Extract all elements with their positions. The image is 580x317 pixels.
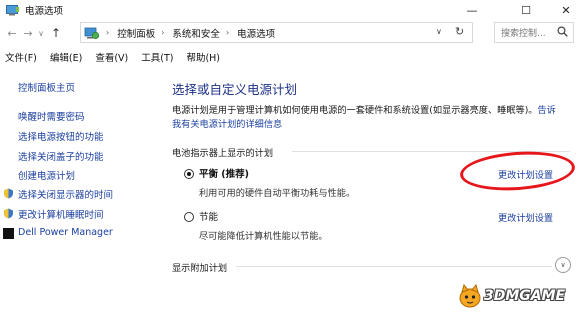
navigation-bar: ← → ∨ ↑ › 控制面板 › 系统和安全 › 电源选项 ∨ ↻ 搜索控制...	[0, 20, 580, 46]
sidebar-item-wake-password[interactable]: 唤醒时需要密码	[18, 109, 85, 123]
forward-button[interactable]: →	[20, 24, 36, 42]
menu-edit[interactable]: 编辑(E)	[50, 50, 82, 64]
shield-icon	[3, 208, 14, 219]
menu-view[interactable]: 查看(V)	[95, 50, 128, 64]
sidebar-item-power-button[interactable]: 选择电源按钮的功能	[18, 129, 104, 143]
close-button[interactable]: ✕	[546, 0, 580, 20]
window-title: 电源选项	[25, 6, 64, 17]
additional-plans-divider	[236, 266, 552, 267]
menu-tools[interactable]: 工具(T)	[141, 50, 173, 64]
title-bar: 电源选项 — ☐ ✕	[0, 0, 580, 20]
main-content: 选择或自定义电源计划 电源计划是用于管理计算机如何使用电源的一套硬件和系统设置(…	[172, 66, 572, 317]
plan-balanced-description: 利用可用的硬件自动平衡功耗与性能。	[199, 188, 356, 199]
menu-help[interactable]: 帮助(H)	[186, 50, 220, 64]
address-dropdown-icon[interactable]: ∨	[436, 27, 442, 36]
recent-locations-button[interactable]: ∨	[36, 24, 46, 42]
plan-balanced-radio[interactable]	[184, 169, 194, 179]
watermark-text: 3DMGAME	[484, 288, 566, 304]
plan-balanced-name[interactable]: 平衡 (推荐)	[199, 166, 249, 180]
show-additional-plans-label[interactable]: 显示附加计划	[172, 260, 227, 274]
up-button[interactable]: ↑	[48, 24, 64, 42]
plan-description: 电源计划是用于管理计算机如何使用电源的一套硬件和系统设置(如显示器亮度、睡眠等)…	[172, 104, 570, 132]
sidebar-item-dell-power-manager[interactable]: Dell Power Manager	[18, 227, 113, 238]
plan-power-saver-name[interactable]: 节能	[199, 209, 218, 223]
menu-file[interactable]: 文件(F)	[5, 50, 37, 64]
plan-power-saver-radio[interactable]	[184, 212, 194, 222]
shield-icon	[3, 188, 14, 199]
sidebar: 控制面板主页 唤醒时需要密码 选择电源按钮的功能 选择关闭盖子的功能 创建电源计…	[0, 66, 150, 317]
breadcrumb-power-options[interactable]: 电源选项	[237, 26, 275, 40]
breadcrumb-control-panel[interactable]: 控制面板 ›	[117, 26, 172, 40]
sidebar-item-lid-close[interactable]: 选择关闭盖子的功能	[18, 149, 104, 163]
breadcrumb-root-separator: ›	[106, 28, 110, 37]
section-label: 电池指示器上显示的计划	[172, 148, 274, 159]
mascot-logo-icon	[459, 283, 481, 308]
site-watermark: 3DMGAME	[458, 283, 565, 309]
maximize-button[interactable]: ☐	[506, 0, 546, 20]
sidebar-home-link[interactable]: 控制面板主页	[18, 80, 75, 94]
menu-bar: 文件(F) 编辑(E) 查看(V) 工具(T) 帮助(H)	[0, 48, 580, 66]
search-placeholder: 搜索控制...	[501, 29, 546, 39]
page-title: 选择或自定义电源计划	[172, 82, 298, 97]
control-panel-icon	[84, 26, 100, 40]
minimize-button[interactable]: —	[452, 0, 492, 20]
search-box[interactable]: 搜索控制...	[494, 22, 574, 43]
sidebar-item-display-off[interactable]: 选择关闭显示器的时间	[18, 187, 113, 201]
dell-icon	[3, 228, 14, 239]
learn-more-link-part1[interactable]: 告诉	[537, 105, 555, 116]
sidebar-item-sleep-time[interactable]: 更改计算机睡眠时间	[18, 207, 104, 221]
plan-power-saver-description: 尽可能降低计算机性能以节能。	[199, 231, 328, 242]
description-text: 电源计划是用于管理计算机如何使用电源的一套硬件和系统设置(如显示器亮度、睡眠等)…	[172, 105, 538, 116]
power-options-app-icon	[6, 4, 20, 16]
breadcrumb-system-security[interactable]: 系统和安全 ›	[172, 26, 237, 40]
plan-power-saver-change-settings-link[interactable]: 更改计划设置	[498, 210, 553, 224]
search-icon[interactable]	[557, 26, 568, 40]
learn-more-link[interactable]: 我有关电源计划的详细信息	[172, 119, 282, 130]
address-bar[interactable]: › 控制面板 › 系统和安全 › 电源选项 ∨ ↻	[80, 22, 473, 43]
sidebar-item-create-plan[interactable]: 创建电源计划	[18, 168, 75, 182]
chevron-down-icon[interactable]: ∨	[555, 257, 571, 273]
back-button[interactable]: ←	[4, 24, 20, 42]
refresh-icon[interactable]: ↻	[455, 25, 464, 38]
